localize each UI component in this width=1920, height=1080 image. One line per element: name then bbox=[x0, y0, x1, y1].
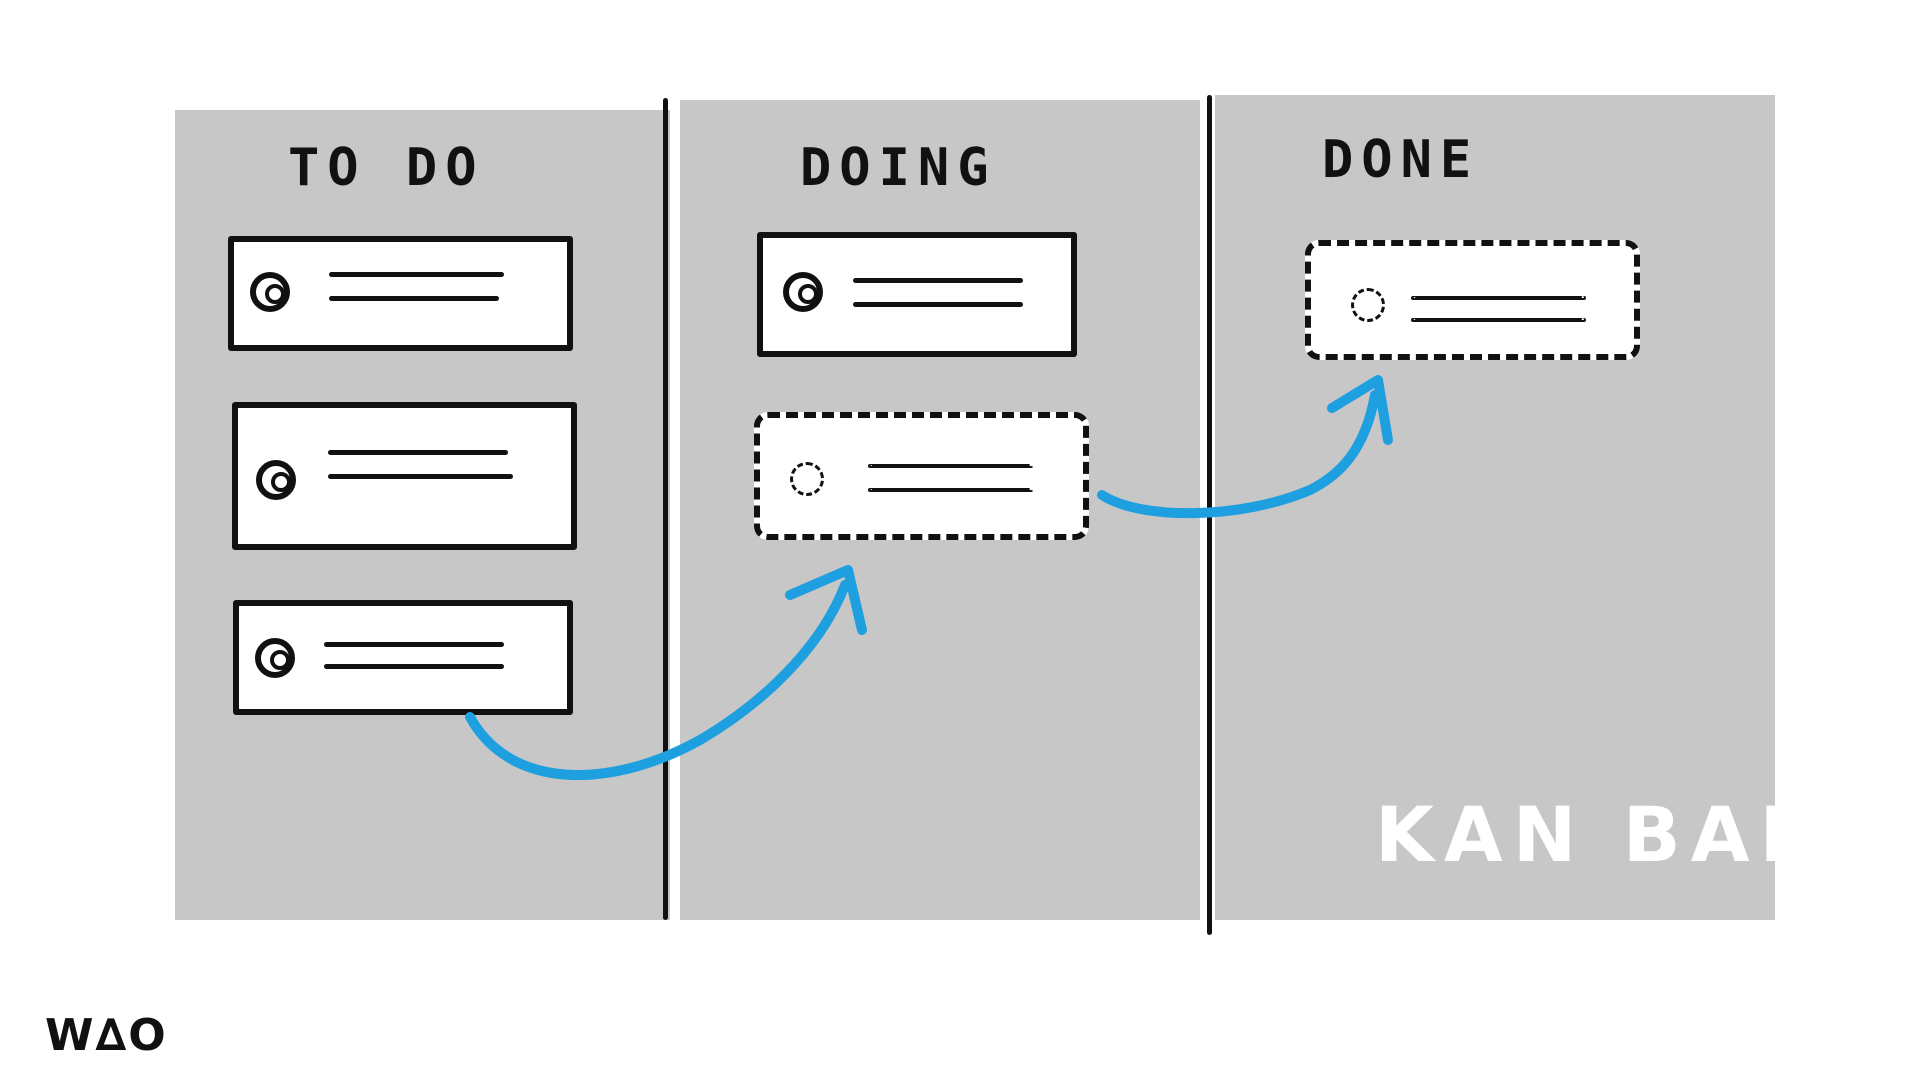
card-text-line bbox=[328, 474, 513, 479]
done-card-placeholder bbox=[1305, 240, 1640, 360]
todo-card-3[interactable] bbox=[233, 600, 573, 715]
card-text-line bbox=[1411, 296, 1586, 300]
card-text-line bbox=[868, 488, 1033, 492]
avatar-icon bbox=[783, 272, 823, 312]
column-title-todo: TO DO bbox=[288, 138, 485, 198]
column-divider-1 bbox=[663, 98, 668, 920]
avatar-icon bbox=[790, 462, 824, 496]
card-text-line bbox=[1411, 318, 1586, 322]
avatar-icon bbox=[256, 460, 296, 500]
card-text-line bbox=[329, 296, 499, 301]
card-text-line bbox=[853, 278, 1023, 283]
card-text-line bbox=[324, 642, 504, 647]
todo-card-1[interactable] bbox=[228, 236, 573, 351]
brand-logo: W∆O bbox=[45, 1010, 168, 1061]
column-title-done: DONE bbox=[1322, 130, 1480, 190]
avatar-icon bbox=[1351, 288, 1385, 322]
avatar-icon bbox=[250, 272, 290, 312]
column-divider-2 bbox=[1207, 95, 1212, 935]
column-title-doing: DOING bbox=[800, 138, 997, 198]
kanban-watermark: KAN BAN bbox=[1375, 790, 1834, 879]
doing-card-placeholder bbox=[754, 412, 1089, 540]
avatar-icon bbox=[255, 638, 295, 678]
card-text-line bbox=[329, 272, 504, 277]
todo-card-2[interactable] bbox=[232, 402, 577, 550]
card-text-line bbox=[328, 450, 508, 455]
card-text-line bbox=[853, 302, 1023, 307]
card-text-line bbox=[324, 664, 504, 669]
doing-card-1[interactable] bbox=[757, 232, 1077, 357]
card-text-line bbox=[868, 464, 1033, 468]
